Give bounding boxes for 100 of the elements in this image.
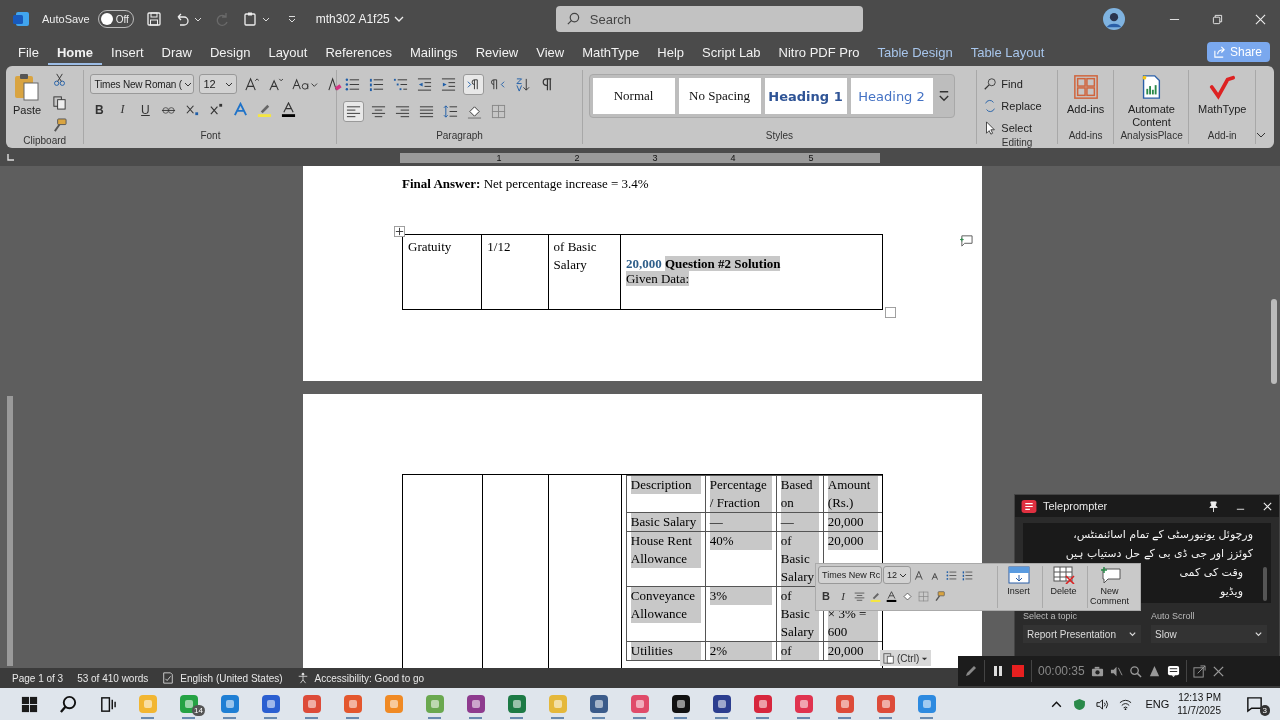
autosave-toggle[interactable]: Off (97, 10, 134, 28)
paste-options-button[interactable]: (Ctrl) (880, 650, 932, 666)
input-language[interactable]: ENG (1145, 698, 1170, 710)
speaker-icon[interactable] (1096, 697, 1110, 711)
language-status[interactable]: English (United States) (180, 672, 283, 684)
grid-icon (1072, 74, 1099, 100)
ribbon-tab[interactable]: Insert (102, 39, 153, 65)
stop-icon[interactable] (1011, 664, 1025, 678)
final-answer-text: Final Answer: Net percentage increase = 3.4% (402, 176, 650, 192)
insert-button[interactable]: Insert (997, 566, 1039, 608)
clipboard-icon[interactable] (241, 11, 258, 27)
ribbon-tab[interactable]: Review (466, 39, 528, 65)
underline-button[interactable]: U (136, 100, 155, 119)
save-icon[interactable] (145, 11, 162, 27)
caret-icon[interactable] (193, 15, 202, 23)
zoom-icon[interactable] (1128, 664, 1142, 678)
pen-icon[interactable] (964, 664, 978, 678)
ribbon-tab[interactable]: Nitro PDF Pro (769, 39, 869, 65)
ribbon-tab[interactable]: View (527, 39, 574, 65)
scrollbar-thumb[interactable] (1271, 299, 1277, 384)
document-title[interactable]: mth302 A1f25 (315, 12, 404, 26)
close-icon[interactable] (1211, 664, 1225, 678)
ribbon-tab[interactable]: Table Design (868, 39, 962, 65)
page-count[interactable]: Page 1 of 3 (12, 672, 64, 684)
table-resize-handle-icon[interactable] (885, 307, 896, 318)
style-option[interactable]: Normal (592, 78, 675, 114)
table-cell: 40% (709, 532, 772, 550)
ribbon-tab[interactable]: MathType (573, 39, 649, 65)
paste-button[interactable]: Paste (12, 70, 42, 116)
caret-icon[interactable] (393, 14, 404, 24)
new-comment-button[interactable]: New Comment (1087, 566, 1131, 608)
ribbon-tab[interactable]: Layout (259, 39, 317, 65)
app-icon[interactable] (710, 693, 733, 715)
style-option[interactable]: No Spacing (678, 78, 761, 114)
ribbon-tab[interactable]: Table Layout (961, 39, 1054, 65)
table-cell: 20,000 (827, 642, 878, 660)
style-option[interactable]: Heading 1 (764, 78, 847, 114)
align-left-icon[interactable] (343, 101, 365, 122)
comment-icon[interactable] (959, 234, 974, 247)
tab-stop-icon[interactable] (6, 154, 14, 162)
ribbon-tab[interactable]: Design (200, 39, 260, 65)
italic-button[interactable]: I (835, 587, 851, 605)
table-cell: Gratuity (402, 234, 482, 310)
search-field[interactable]: Search (555, 6, 863, 32)
spotlight-icon[interactable] (1147, 664, 1161, 678)
ribbon-tab[interactable]: References (316, 39, 401, 65)
add-in-button[interactable]: MathType (1195, 70, 1249, 116)
task-view-icon[interactable] (98, 694, 117, 714)
ribbon-tab[interactable]: Mailings (400, 39, 467, 65)
select-button[interactable]: Select (983, 118, 1032, 137)
accessibility-icon[interactable] (296, 672, 309, 684)
left-to-right-icon[interactable] (463, 74, 485, 95)
copy-icon[interactable] (50, 93, 69, 112)
proofing-icon[interactable] (162, 672, 175, 684)
wifi-icon[interactable] (1119, 697, 1133, 711)
clock[interactable]: 12:13 PM 11/7/2025 (1177, 691, 1221, 717)
add-in-button[interactable]: Add-ins (1063, 70, 1108, 116)
avatar-icon[interactable] (1103, 8, 1125, 30)
italic-button[interactable]: I (113, 100, 132, 119)
camera-icon[interactable] (1090, 664, 1104, 678)
restore-icon[interactable] (1212, 13, 1223, 25)
ribbon-tab[interactable]: Draw (152, 39, 201, 65)
notifications-icon[interactable] (1245, 694, 1264, 714)
customize-toolbar-icon[interactable] (287, 15, 296, 23)
font-size-dropdown[interactable]: 12 (199, 74, 238, 94)
more-styles-icon[interactable] (936, 89, 951, 103)
mute-icon[interactable] (1109, 664, 1123, 678)
start-icon[interactable] (20, 694, 39, 714)
ruler-number: 4 (730, 153, 736, 163)
font-size-dropdown[interactable]: 12 (883, 566, 911, 584)
pin-icon[interactable] (1208, 500, 1219, 512)
search-icon[interactable] (59, 694, 78, 714)
scroll-speed-dropdown[interactable]: Slow (1151, 625, 1267, 643)
pause-icon[interactable] (991, 664, 1005, 678)
auto-scroll-label: Auto Scroll (1151, 611, 1196, 621)
ribbon-tab[interactable]: Script Lab (693, 39, 770, 65)
shield-icon[interactable] (1073, 697, 1087, 711)
replace-button[interactable]: Replace (983, 96, 1042, 115)
teleprompter-icon[interactable] (1166, 664, 1180, 678)
word-count[interactable]: 53 of 410 words (77, 672, 149, 684)
find-button[interactable]: Find (983, 74, 1023, 93)
collapse-ribbon-icon[interactable] (1256, 130, 1266, 140)
ribbon-tab[interactable]: File (9, 39, 48, 65)
notification-badge: 14 (192, 705, 205, 716)
style-option[interactable]: Heading 2 (850, 78, 933, 114)
font-color-icon[interactable] (884, 588, 899, 604)
topic-dropdown[interactable]: Report Presentation (1023, 625, 1141, 643)
font-name-dropdown[interactable]: Times New Roman ( (90, 74, 195, 94)
group-label: Clipboard (22, 135, 68, 146)
delete-button[interactable]: Delete (1042, 566, 1084, 608)
horizontal-ruler[interactable]: 1 2 3 4 5 (400, 153, 880, 163)
table-move-handle-icon[interactable] (394, 226, 405, 237)
ribbon-tab[interactable]: Help (648, 39, 694, 65)
export-icon[interactable] (1192, 664, 1206, 678)
add-in-button[interactable]: Automate Content (1120, 70, 1183, 129)
bold-button[interactable]: B (90, 100, 109, 119)
bold-button[interactable]: B (818, 587, 834, 605)
caret-icon[interactable] (261, 15, 270, 23)
app-icon[interactable] (669, 693, 692, 715)
accessibility-status[interactable]: Accessibility: Good to go (314, 672, 425, 684)
